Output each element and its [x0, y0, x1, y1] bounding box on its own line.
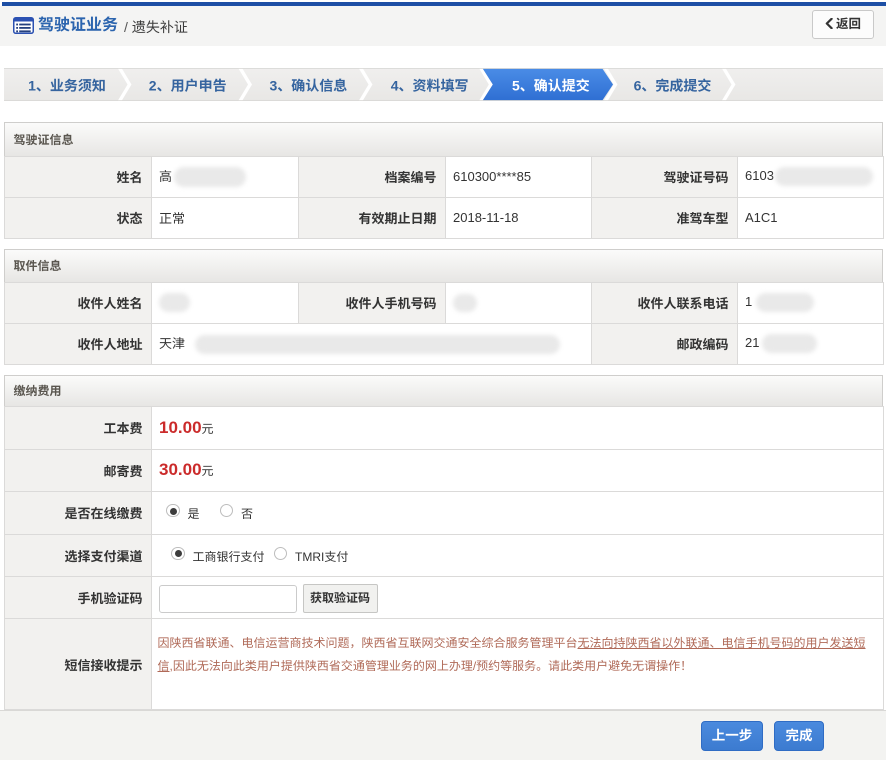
svg-text:3、确认信息: 3、确认信息: [269, 77, 347, 93]
svg-text:4、资料填写: 4、资料填写: [390, 77, 468, 93]
svg-text:6、完成提交: 6、完成提交: [633, 77, 711, 93]
svg-text:1、业务须知: 1、业务须知: [28, 77, 106, 93]
svg-text:5、确认提交: 5、确认提交: [512, 77, 590, 93]
svg-text:2、用户申告: 2、用户申告: [148, 77, 226, 93]
